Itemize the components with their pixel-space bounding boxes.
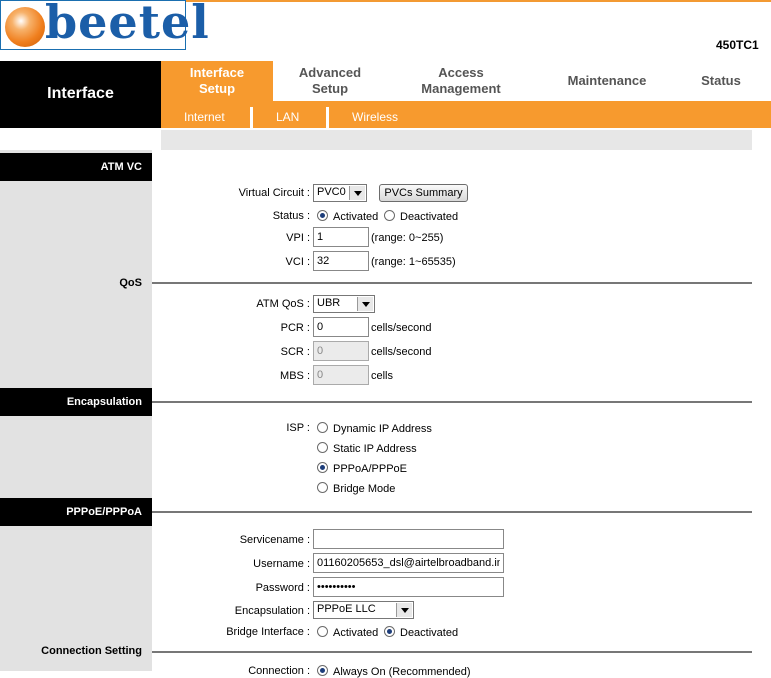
model-name: 450TC1	[716, 38, 759, 52]
isp-pppoa-pppoe-radio[interactable]	[317, 462, 328, 473]
mbs-unit: cells	[371, 370, 394, 382]
brand-logo: beetel	[0, 0, 209, 50]
scr-input[interactable]	[313, 341, 369, 361]
pvcs-summary-button[interactable]: PVCs Summary	[379, 184, 468, 202]
servicename-label: Servicename :	[239, 534, 310, 546]
section-encapsulation: Encapsulation	[0, 388, 152, 416]
chevron-down-icon	[396, 603, 412, 617]
subtab-separator	[326, 107, 329, 128]
subtab-lan[interactable]: LAN	[276, 110, 299, 124]
isp-bridge-mode-radio[interactable]	[317, 482, 328, 493]
vpi-range: (range: 0~255)	[371, 232, 444, 244]
tab-label: Advanced Setup	[298, 65, 362, 96]
encapsulation-label: Encapsulation :	[234, 605, 310, 617]
virtual-circuit-select[interactable]: PVC0	[313, 184, 367, 202]
bridge-deactivated-label: Deactivated	[400, 627, 459, 639]
status-activated-radio[interactable]	[317, 210, 328, 221]
tab-interface-setup[interactable]: Interface Setup	[161, 65, 273, 97]
pcr-input[interactable]	[313, 317, 369, 337]
tab-access-management[interactable]: Access Management	[400, 65, 522, 97]
nav-section-title: Interface	[47, 85, 114, 102]
header-divider	[186, 0, 771, 2]
section-atm-vc: ATM VC	[0, 153, 152, 181]
bridge-interface-label: Bridge Interface :	[226, 626, 310, 638]
subtab-wireless[interactable]: Wireless	[352, 110, 398, 124]
username-label: Username :	[253, 558, 310, 570]
atm-qos-select[interactable]: UBR	[313, 295, 375, 313]
encapsulation-select[interactable]: PPPoE LLC	[313, 601, 414, 619]
section-divider	[152, 401, 752, 403]
section-connection-setting: Connection Setting	[41, 645, 142, 657]
tab-label: Interface Setup	[189, 65, 245, 96]
isp-pppoa-pppoe-label: PPPoA/PPPoE	[333, 463, 407, 475]
content-top-strip	[161, 130, 752, 150]
bridge-activated-label: Activated	[333, 627, 379, 639]
status-label: Status :	[272, 210, 310, 222]
pcr-unit: cells/second	[371, 322, 432, 334]
chevron-down-icon	[349, 186, 365, 200]
status-deactivated-radio[interactable]	[384, 210, 395, 221]
subtab-internet[interactable]: Internet	[184, 110, 225, 124]
vci-label: VCI :	[285, 256, 310, 268]
status-activated-label: Activated	[333, 211, 379, 223]
tab-label: Maintenance	[567, 73, 647, 88]
bridge-deactivated-radio[interactable]	[384, 626, 395, 637]
password-label: Password :	[255, 582, 310, 594]
bridge-activated-radio[interactable]	[317, 626, 328, 637]
vpi-label: VPI :	[286, 232, 310, 244]
isp-dynamic-ip-radio[interactable]	[317, 422, 328, 433]
select-value: PVC0	[317, 186, 346, 198]
logo-ball-icon	[5, 7, 45, 47]
isp-bridge-mode-label: Bridge Mode	[333, 483, 396, 495]
logo-text: beetel	[45, 0, 210, 49]
scr-label: SCR :	[280, 346, 310, 358]
username-input[interactable]	[313, 553, 504, 573]
virtual-circuit-label: Virtual Circuit :	[238, 187, 310, 199]
vpi-input[interactable]	[313, 227, 369, 247]
vci-input[interactable]	[313, 251, 369, 271]
servicename-input[interactable]	[313, 529, 504, 549]
section-divider	[152, 651, 752, 653]
select-value: PPPoE LLC	[317, 603, 376, 615]
atm-qos-label: ATM QoS :	[256, 298, 310, 310]
section-divider	[152, 511, 752, 513]
password-input[interactable]	[313, 577, 504, 597]
isp-label: ISP :	[286, 422, 310, 434]
mbs-input[interactable]	[313, 365, 369, 385]
pcr-label: PCR :	[280, 322, 310, 334]
select-value: UBR	[317, 297, 341, 309]
connection-always-on-label: Always On (Recommended)	[333, 666, 471, 678]
connection-label: Connection :	[248, 665, 310, 677]
isp-static-ip-radio[interactable]	[317, 442, 328, 453]
tab-maintenance[interactable]: Maintenance	[550, 73, 664, 89]
section-pppoe: PPPoE/PPPoA	[0, 498, 152, 526]
tab-label: Status	[701, 73, 741, 88]
tab-label: Access Management	[421, 65, 501, 96]
scr-unit: cells/second	[371, 346, 432, 358]
section-qos: QoS	[119, 277, 142, 289]
tab-advanced-setup[interactable]: Advanced Setup	[274, 65, 386, 97]
status-deactivated-label: Deactivated	[400, 211, 459, 223]
mbs-label: MBS :	[280, 370, 310, 382]
tab-status[interactable]: Status	[690, 73, 752, 89]
subtab-separator	[250, 107, 253, 128]
isp-dynamic-ip-label: Dynamic IP Address	[333, 423, 432, 435]
chevron-down-icon	[357, 297, 373, 311]
isp-static-ip-label: Static IP Address	[333, 443, 417, 455]
section-divider	[152, 282, 752, 284]
vci-range: (range: 1~65535)	[371, 256, 456, 268]
